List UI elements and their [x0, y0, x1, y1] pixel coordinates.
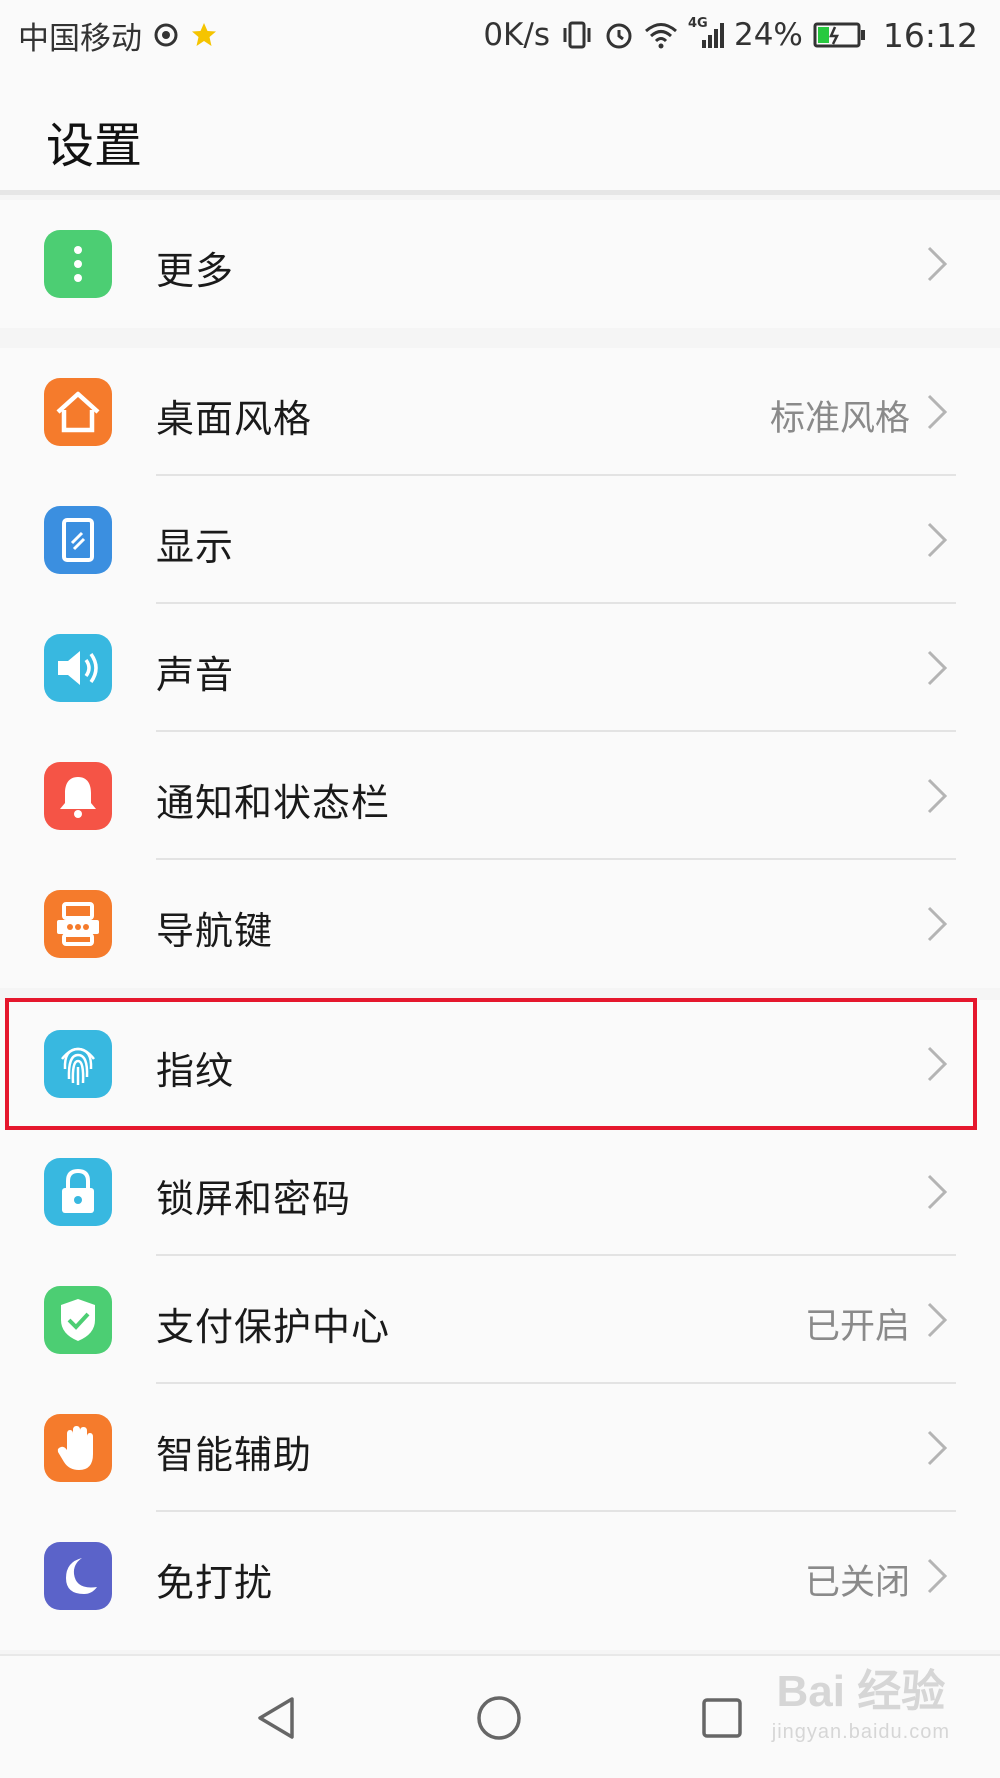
recents-button[interactable]: [690, 1686, 754, 1750]
settings-item-label: 指纹: [156, 1049, 235, 1093]
settings-item-label: 桌面风格: [156, 397, 313, 441]
speaker-icon: [44, 634, 112, 702]
star-icon: [190, 21, 218, 49]
settings-item-home-style[interactable]: 桌面风格 标准风格: [0, 348, 1000, 476]
battery-icon: [813, 21, 867, 49]
network-speed: 0K/s: [483, 17, 550, 53]
settings-item-value: 标准风格: [769, 399, 910, 439]
vibrate-icon: [560, 20, 594, 50]
watermark-sub: jingyan.baidu.com: [771, 1721, 950, 1743]
settings-item-smart-assist[interactable]: 智能辅助: [0, 1384, 1000, 1512]
settings-item-value: 已开启: [804, 1307, 910, 1347]
settings-item-label: 声音: [156, 653, 235, 697]
settings-item-value: 已关闭: [804, 1563, 910, 1603]
more-dots-icon: [44, 230, 112, 298]
settings-item-display[interactable]: 显示: [0, 476, 1000, 604]
display-icon: [44, 506, 112, 574]
settings-item-label: 智能辅助: [156, 1433, 313, 1477]
chevron-right-icon: [927, 1430, 948, 1466]
nav-key-icon: [44, 890, 112, 958]
header: 设置: [0, 70, 1000, 195]
settings-group-more: 更多: [0, 200, 1000, 328]
settings-item-lock-screen[interactable]: 锁屏和密码: [0, 1128, 1000, 1256]
back-button[interactable]: [245, 1686, 309, 1750]
chevron-right-icon: [927, 906, 948, 942]
settings-item-label: 支付保护中心: [156, 1305, 391, 1349]
baidu-watermark: Bai 经验 jingyan.baidu.com: [771, 1667, 950, 1743]
hand-icon: [44, 1414, 112, 1482]
clock-time: 16:12: [882, 15, 978, 55]
chevron-right-icon: [927, 1174, 948, 1210]
chevron-right-icon: [927, 394, 948, 430]
battery-percent: 24%: [733, 17, 803, 53]
home-icon: [44, 378, 112, 446]
settings-item-fingerprint[interactable]: 指纹: [0, 1000, 1000, 1128]
watermark-main: Bai 经验: [776, 1667, 946, 1716]
alarm-icon: [604, 20, 634, 50]
settings-group-security: 指纹 锁屏和密码 支付保护中心 已开启 智能辅助 免打扰 已关闭: [0, 1000, 1000, 1650]
settings-item-sound[interactable]: 声音: [0, 604, 1000, 732]
moon-icon: [44, 1542, 112, 1610]
settings-item-label: 锁屏和密码: [156, 1177, 352, 1221]
settings-item-nav-keys[interactable]: 导航键: [0, 860, 1000, 988]
chevron-right-icon: [927, 778, 948, 814]
lock-icon: [44, 1158, 112, 1226]
settings-item-label: 通知和状态栏: [156, 781, 391, 825]
settings-item-do-not-disturb[interactable]: 免打扰 已关闭: [0, 1512, 1000, 1640]
settings-item-label: 导航键: [156, 909, 274, 953]
signal-icon: 4G: [688, 16, 724, 50]
settings-item-label: 免打扰: [156, 1561, 274, 1605]
chevron-right-icon: [927, 650, 948, 686]
settings-item-label: 更多: [156, 249, 235, 293]
settings-item-more[interactable]: 更多: [0, 200, 1000, 328]
chevron-right-icon: [927, 1046, 948, 1082]
chevron-right-icon: [927, 1558, 948, 1594]
settings-item-label: 显示: [156, 525, 235, 569]
fingerprint-icon: [44, 1030, 112, 1098]
bell-icon: [44, 762, 112, 830]
settings-group-personalization: 桌面风格 标准风格 显示 声音 通知和状态栏 导航键: [0, 348, 1000, 988]
network-type: 4G: [687, 16, 708, 31]
wifi-icon: [644, 21, 678, 49]
status-bar: 中国移动 0K/s 4G 24% 16:12: [0, 0, 1000, 70]
page-title: 设置: [46, 118, 143, 174]
settings-item-payment-protection[interactable]: 支付保护中心 已开启: [0, 1256, 1000, 1384]
sync-icon: [152, 21, 180, 49]
chevron-right-icon: [927, 522, 948, 558]
chevron-right-icon: [927, 1302, 948, 1338]
chevron-right-icon: [927, 246, 948, 282]
shield-check-icon: [44, 1286, 112, 1354]
carrier-name: 中国移动: [18, 20, 142, 57]
home-button[interactable]: [467, 1686, 531, 1750]
settings-item-notifications[interactable]: 通知和状态栏: [0, 732, 1000, 860]
